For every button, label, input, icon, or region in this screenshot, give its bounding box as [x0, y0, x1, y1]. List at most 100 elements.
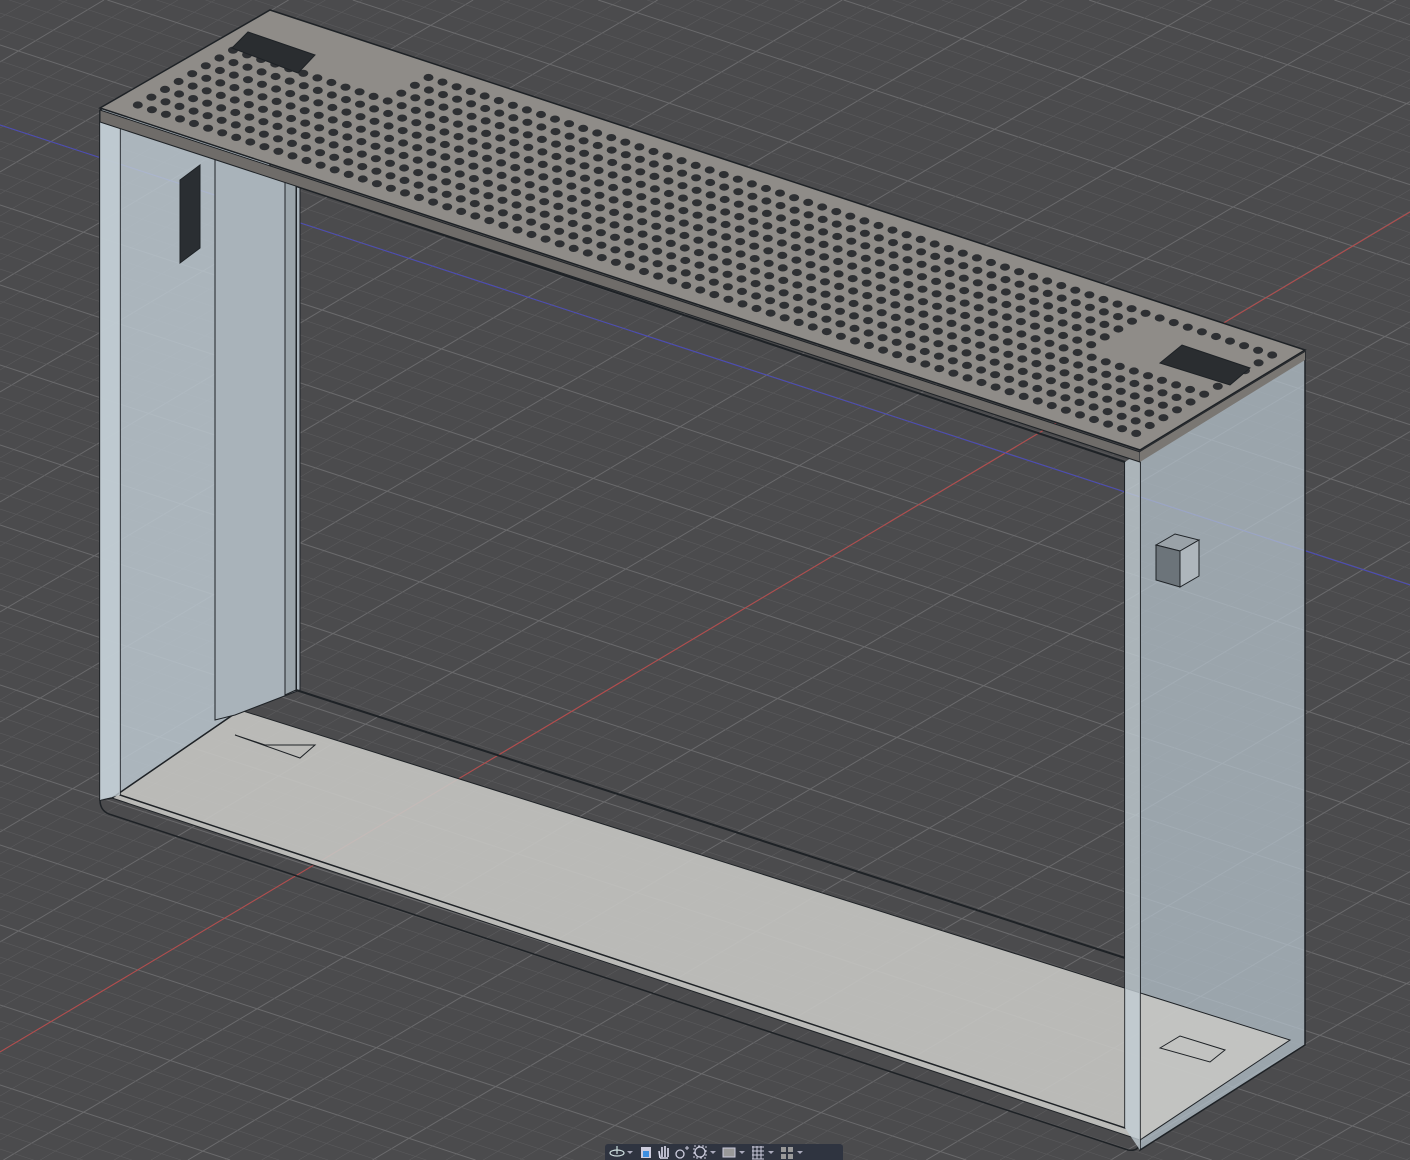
vent-hole [385, 184, 396, 192]
vent-hole [691, 174, 702, 182]
vent-hole [467, 137, 478, 145]
vent-hole [1043, 302, 1054, 310]
vent-hole [960, 324, 971, 332]
chevron-down-icon[interactable] [797, 1150, 803, 1154]
vent-hole [595, 204, 605, 212]
grid-line [0, 0, 142, 85]
vent-hole [313, 99, 324, 107]
vent-hole [328, 141, 339, 149]
vent-hole [175, 115, 185, 123]
vent-hole [764, 284, 775, 292]
vent-hole [1171, 381, 1182, 389]
chevron-down-icon[interactable] [739, 1150, 745, 1154]
vent-hole [805, 248, 815, 256]
vent-hole [789, 194, 800, 202]
vent-hole [483, 179, 493, 187]
vent-hole [565, 157, 576, 165]
vent-hole [803, 211, 814, 219]
fit-window-button[interactable] [692, 1144, 719, 1160]
vent-hole [498, 221, 509, 229]
vent-hole [779, 301, 790, 309]
vent-hole [1157, 376, 1167, 384]
vent-hole [425, 123, 436, 131]
chevron-down-icon[interactable] [627, 1150, 633, 1154]
vent-hole [917, 285, 928, 293]
vent-hole [863, 317, 874, 325]
grid-settings-button[interactable] [750, 1144, 777, 1160]
zoom-button[interactable] [674, 1144, 690, 1160]
vent-hole [932, 302, 942, 310]
vent-hole [385, 172, 396, 180]
grid-line [1368, 1135, 1410, 1160]
vent-hole [1154, 314, 1165, 322]
vent-hole [761, 209, 772, 217]
vent-hole [820, 303, 831, 311]
vent-hole [1030, 335, 1041, 343]
vent-hole [721, 245, 732, 253]
vent-hole [680, 269, 691, 277]
vent-hole [1098, 295, 1109, 304]
vent-hole [453, 145, 464, 153]
pan-hand-icon [658, 1146, 669, 1159]
vent-hole [791, 256, 802, 264]
vent-hole [244, 113, 255, 121]
orbit-button[interactable] [609, 1144, 636, 1160]
vent-hole [1239, 342, 1250, 350]
vent-hole [426, 161, 437, 169]
vent-hole [862, 292, 873, 300]
vent-hole [580, 199, 591, 207]
vent-hole [607, 171, 618, 179]
vent-hole [1100, 358, 1111, 366]
vent-hole [665, 239, 676, 247]
vent-hole [326, 91, 337, 99]
vent-hole [453, 120, 463, 128]
vent-hole [789, 206, 800, 214]
vent-hole [875, 284, 886, 292]
enclosure-body[interactable] [98, 9, 1307, 1152]
vent-hole [807, 310, 818, 319]
chevron-down-icon[interactable] [710, 1150, 716, 1154]
vent-hole [1140, 309, 1151, 317]
vent-hole [495, 146, 506, 155]
3d-viewport[interactable] [0, 0, 1410, 1160]
vent-hole [706, 216, 717, 224]
vent-hole [817, 215, 828, 223]
viewports-button[interactable] [779, 1144, 806, 1160]
navigation-toolbar [605, 1144, 843, 1160]
vent-hole [720, 220, 731, 229]
pan-hand-button[interactable] [656, 1144, 672, 1160]
vent-hole [343, 158, 354, 166]
vent-hole [582, 249, 593, 257]
vent-hole [356, 150, 367, 158]
vent-hole [932, 315, 943, 323]
vent-hole [918, 310, 929, 318]
vent-hole [258, 118, 269, 126]
vent-hole [1103, 420, 1114, 428]
vent-hole [762, 234, 773, 242]
vent-hole [189, 119, 199, 128]
vent-hole [440, 153, 451, 161]
vent-hole [747, 192, 758, 200]
look-at-button[interactable] [638, 1144, 654, 1160]
vent-hole [456, 207, 467, 215]
vent-hole [706, 203, 717, 211]
vent-hole [369, 117, 380, 125]
vent-hole [259, 143, 270, 151]
vent-hole [903, 293, 914, 301]
vent-hole [413, 169, 424, 177]
grid-line [0, 1052, 329, 1160]
vent-hole [835, 320, 846, 328]
vent-hole [722, 283, 733, 291]
vent-hole [397, 114, 408, 122]
display-settings-button[interactable] [721, 1144, 748, 1160]
vent-hole [1059, 356, 1069, 364]
vent-hole [482, 154, 492, 162]
vent-hole [1196, 328, 1207, 336]
vent-hole [537, 148, 548, 156]
vent-hole [396, 89, 407, 97]
chevron-down-icon[interactable] [768, 1150, 774, 1154]
vent-hole [1000, 263, 1010, 271]
vent-hole [1126, 305, 1137, 313]
vent-hole [961, 336, 972, 345]
vent-hole [662, 152, 673, 160]
